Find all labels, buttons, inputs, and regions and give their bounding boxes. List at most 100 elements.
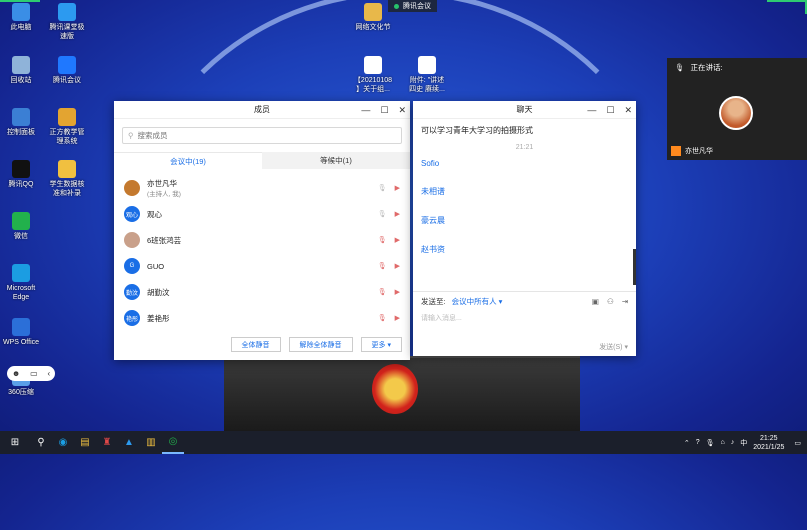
- member-list: 亦世凡华 (主持人, 我) 🎙 ▶ 观心 观心 🎙 ▶ 6班张鸿芸 🎙 ▶ G GUO 🎙 ▶ 勤汶 胡勤汶 🎙 ▶…: [114, 175, 410, 331]
- close-icon[interactable]: ✕: [624, 105, 632, 116]
- chat-sender-2[interactable]: 未相谱: [413, 186, 636, 197]
- floating-toolbar[interactable]: ☻ ▭ ‹: [7, 366, 55, 381]
- wechat-icon: [12, 212, 30, 230]
- desktop-icon-center-2[interactable]: 附件: "讲述 四史 赓续...: [398, 56, 456, 94]
- microphone-icon[interactable]: 🎙: [378, 314, 387, 322]
- search-icon[interactable]: ⚲: [30, 431, 52, 454]
- member-name: 观心: [147, 209, 162, 219]
- camera-off-icon[interactable]: ▶: [395, 288, 400, 296]
- member-controls: 🎙 ▶: [378, 262, 400, 270]
- chat-icon[interactable]: ▭: [30, 369, 38, 378]
- desktop-icon-label: 正方教学管 理系统: [49, 129, 85, 145]
- camera-off-icon[interactable]: ▶: [395, 314, 400, 322]
- member-search-input[interactable]: [137, 131, 338, 140]
- send-button-label: 发送(S): [599, 344, 623, 351]
- file-explorer-icon[interactable]: ▤: [74, 431, 96, 454]
- chat-sender-3[interactable]: 豪云晨: [413, 215, 636, 226]
- camera-off-icon[interactable]: ▶: [395, 184, 400, 192]
- volume-icon[interactable]: ♪: [731, 439, 735, 446]
- microphone-icon[interactable]: 🎙: [378, 184, 387, 192]
- wechat-icon[interactable]: ◎: [162, 431, 184, 454]
- desktop-icon-label: 【20210108 】关于组...: [353, 77, 393, 93]
- unmute-all-button[interactable]: 解除全体静音: [288, 337, 353, 352]
- chat-sender-4[interactable]: 赵书资: [413, 244, 636, 255]
- member-role: (主持人, 我): [147, 190, 181, 198]
- member-row[interactable]: 亦世凡华 (主持人, 我) 🎙 ▶: [114, 175, 410, 201]
- image-icon[interactable]: ▣: [592, 297, 599, 306]
- minimize-icon[interactable]: —: [587, 105, 596, 115]
- tencent-classroom-icon: [58, 3, 76, 21]
- tab-waiting[interactable]: 等候中(1): [262, 152, 410, 169]
- expand-icon[interactable]: ⇥: [622, 297, 628, 306]
- start-icon[interactable]: ⊞: [0, 431, 30, 454]
- ime-indicator[interactable]: 中: [740, 438, 747, 448]
- member-search[interactable]: ⚲: [122, 127, 402, 144]
- member-row[interactable]: 观心 观心 🎙 ▶: [114, 201, 410, 227]
- desktop-icon-center-1[interactable]: 【20210108 】关于组...: [344, 56, 402, 94]
- wallpaper-corner-tl: [0, 0, 40, 2]
- avatar: 观心: [124, 206, 140, 222]
- camera-off-icon[interactable]: ▶: [395, 210, 400, 218]
- desktop-icon-tencent-classroom[interactable]: 腾讯课堂极 速版: [36, 3, 98, 41]
- more-button[interactable]: 更多 ▾: [360, 337, 402, 352]
- help-icon[interactable]: ?: [696, 439, 700, 446]
- clock[interactable]: 21:25 2021/1/25: [753, 434, 784, 452]
- close-icon[interactable]: ✕: [398, 105, 406, 116]
- members-title: 成员: [254, 105, 270, 114]
- maximize-icon[interactable]: ☐: [380, 105, 388, 116]
- member-row[interactable]: 勤汶 胡勤汶 🎙 ▶: [114, 279, 410, 305]
- member-row[interactable]: G GUO 🎙 ▶: [114, 253, 410, 279]
- meeting-status-badge[interactable]: 腾讯会议: [388, 0, 437, 12]
- send-to-select[interactable]: 会议中所有人 ▾: [452, 296, 503, 307]
- chat-scrollbar[interactable]: [633, 249, 636, 285]
- desktop-icon-label: WPS Office: [2, 339, 40, 346]
- collapse-icon[interactable]: ‹: [47, 369, 50, 378]
- desktop-icon-wps[interactable]: WPS Office: [0, 318, 52, 347]
- chat-input[interactable]: 请输入消息...: [421, 313, 628, 323]
- member-name: 胡勤汶: [147, 287, 170, 297]
- desktop-icon-document[interactable]: 学生数据核 准和补录: [36, 160, 98, 198]
- chat-title: 聊天: [516, 105, 533, 114]
- folder-icon[interactable]: ▥: [140, 431, 162, 454]
- emoji-icon[interactable]: ☻: [12, 369, 20, 378]
- notification-icon[interactable]: ▭: [794, 439, 801, 447]
- microphone-icon[interactable]: 🎙: [378, 262, 387, 270]
- members-titlebar[interactable]: 成员 — ☐ ✕: [114, 101, 410, 119]
- desktop-icon-label: 腾讯会议: [53, 77, 81, 84]
- tencent-meeting-icon[interactable]: ▲: [118, 431, 140, 454]
- desktop-icon-teaching-system[interactable]: 正方教学管 理系统: [36, 108, 98, 146]
- microphone-icon[interactable]: 🎙: [378, 210, 387, 218]
- chat-titlebar[interactable]: 聊天 — ☐ ✕: [413, 101, 636, 119]
- avatar: [124, 180, 140, 196]
- maximize-icon[interactable]: ☐: [606, 105, 614, 116]
- send-button[interactable]: 发送(S) ▾: [599, 342, 628, 352]
- chat-sender-1[interactable]: Sofio: [413, 159, 636, 168]
- chat-window: 聊天 — ☐ ✕ 可以学习青年大学习的拍摄形式 21:21 Sofio 未相谱 …: [413, 101, 636, 356]
- member-controls: 🎙 ▶: [378, 184, 400, 192]
- user-icon[interactable]: ⚇: [607, 297, 614, 306]
- mic-icon[interactable]: 🎙: [706, 439, 715, 447]
- chevron-up-icon[interactable]: ⌃: [684, 439, 690, 447]
- minimize-icon[interactable]: —: [361, 105, 370, 115]
- word-doc-icon: [418, 56, 436, 74]
- network-icon[interactable]: ⌂: [720, 439, 724, 446]
- speaker-panel[interactable]: 🎙 正在讲话: 亦世凡华: [667, 58, 807, 160]
- camera-off-icon[interactable]: ▶: [395, 236, 400, 244]
- speaker-avatar: [719, 96, 753, 130]
- member-tabs: 会议中(19) 等候中(1): [114, 152, 410, 169]
- member-controls: 🎙 ▶: [378, 314, 400, 322]
- desktop-icon-wechat[interactable]: 微信: [0, 212, 52, 241]
- desktop-icon-edge[interactable]: Microsoft Edge: [0, 264, 52, 302]
- edge-icon[interactable]: ◉: [52, 431, 74, 454]
- member-row[interactable]: 6班张鸿芸 🎙 ▶: [114, 227, 410, 253]
- mute-all-button[interactable]: 全体静音: [230, 337, 281, 352]
- microphone-icon[interactable]: 🎙: [378, 236, 387, 244]
- member-row[interactable]: 艳彤 姜艳彤 🎙 ▶: [114, 305, 410, 331]
- desktop-icon-tencent-meeting[interactable]: 腾讯会议: [36, 56, 98, 85]
- camera-off-icon[interactable]: ▶: [395, 262, 400, 270]
- tab-in-meeting[interactable]: 会议中(19): [114, 152, 262, 169]
- folder-icon: [364, 3, 382, 21]
- control-panel-icon: [12, 108, 30, 126]
- microphone-icon[interactable]: 🎙: [378, 288, 387, 296]
- app-icon[interactable]: ♜: [96, 431, 118, 454]
